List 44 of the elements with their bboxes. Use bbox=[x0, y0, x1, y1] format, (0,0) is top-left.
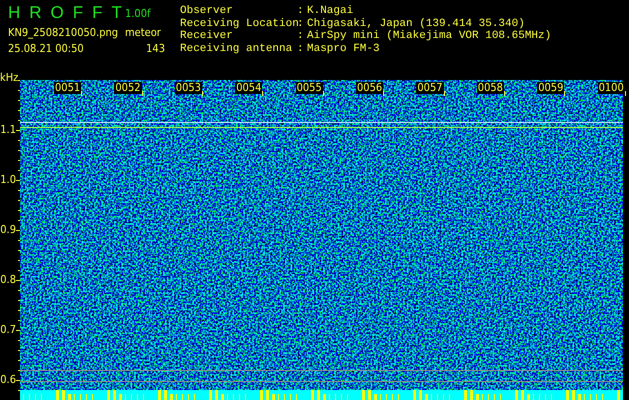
info-label: Receiving antenna bbox=[180, 42, 294, 56]
time-label: 0100 bbox=[598, 82, 625, 94]
time-tick-icon bbox=[202, 91, 203, 96]
filename-label: KN9_2508210050.png bbox=[8, 26, 120, 38]
time-tick-icon bbox=[81, 91, 82, 96]
info-value: AirSpy mini (Miakejima VOR 108.65MHz) bbox=[307, 30, 552, 43]
axis-tick-label: 0.7 bbox=[0, 324, 16, 336]
time-label: 0056 bbox=[356, 82, 384, 94]
meteor-count: 143 bbox=[145, 42, 166, 54]
version-label: 1.00f bbox=[125, 6, 152, 20]
separator: : bbox=[297, 18, 305, 30]
axis-tick-label: 0.6 bbox=[0, 374, 16, 386]
separator: : bbox=[297, 5, 305, 18]
time-label: 0059 bbox=[537, 82, 564, 94]
info-label: Observer bbox=[180, 5, 234, 18]
info-label: Receiver bbox=[180, 30, 234, 43]
axis-tick-label: 1.1 bbox=[0, 124, 16, 136]
info-value: Maspro FM-3 bbox=[307, 42, 381, 56]
time-label: 0054 bbox=[235, 82, 262, 94]
app-title: HROFFT bbox=[8, 3, 125, 23]
info-value: Chigasaki, Japan (139.414 35.340) bbox=[307, 18, 526, 30]
time-label: 0058 bbox=[476, 82, 504, 94]
separator: : bbox=[297, 30, 305, 43]
axis-unit-label: kHz bbox=[0, 72, 16, 84]
time-tick-icon bbox=[383, 91, 384, 96]
separator: : bbox=[297, 42, 305, 56]
time-label: 0052 bbox=[114, 82, 142, 94]
time-tick-icon bbox=[444, 91, 445, 96]
axis-tick-label: 0.8 bbox=[0, 274, 16, 286]
info-label: Receiving Location bbox=[180, 18, 297, 30]
time-tick-icon bbox=[262, 91, 264, 96]
time-label: 0057 bbox=[416, 82, 444, 94]
time-label: 0055 bbox=[296, 82, 323, 94]
axis-tick-label: 1.0 bbox=[0, 174, 16, 186]
meteor-label: meteor bbox=[125, 26, 162, 38]
axis-tick-label: 0.9 bbox=[0, 224, 16, 236]
datetime-label: 25.08.21 00:50 bbox=[8, 42, 85, 54]
time-label: 0053 bbox=[174, 82, 202, 94]
time-tick-icon bbox=[504, 91, 505, 96]
time-tick-icon bbox=[564, 91, 566, 96]
time-tick-icon bbox=[142, 91, 143, 96]
time-label: 0051 bbox=[54, 82, 82, 94]
info-value: K.Nagai bbox=[307, 5, 354, 18]
time-tick-icon bbox=[322, 91, 324, 96]
